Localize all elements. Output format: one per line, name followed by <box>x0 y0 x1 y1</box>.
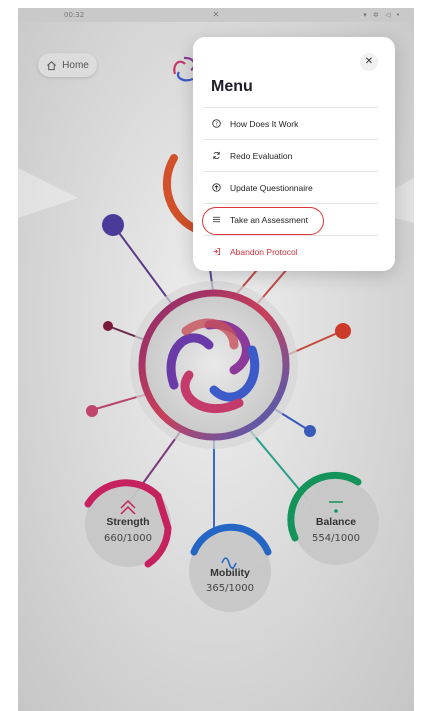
home-button[interactable]: Home <box>38 53 97 77</box>
upload-circle-icon <box>208 183 224 192</box>
menu-list: ? How Does It Work Redo Evaluation Updat… <box>202 107 378 267</box>
logout-icon <box>208 247 224 256</box>
question-circle-icon: ? <box>208 119 224 128</box>
spoke-node <box>102 214 124 236</box>
svg-text:?: ? <box>215 122 218 128</box>
menu-popover: ✕ Menu ? How Does It Work Redo Evaluatio… <box>193 37 395 271</box>
menu-item-take-an-assessment[interactable]: Take an Assessment <box>202 203 378 235</box>
spoke-node <box>103 321 113 331</box>
balance-value: 554/1000 <box>312 533 360 544</box>
close-icon[interactable]: ✕ <box>360 53 378 71</box>
strength-value: 660/1000 <box>104 533 152 544</box>
menu-item-label: Take an Assessment <box>230 214 308 225</box>
menu-item-label: Abandon Protocol <box>230 246 298 257</box>
spoke-node <box>86 405 98 417</box>
light-ray <box>18 168 78 218</box>
home-icon <box>47 60 57 70</box>
mobility-label: Mobility <box>210 567 250 579</box>
menu-item-redo-evaluation[interactable]: Redo Evaluation <box>204 139 378 171</box>
balance-label: Balance <box>315 516 357 528</box>
home-label: Home <box>62 59 89 71</box>
list-icon <box>208 215 224 224</box>
menu-item-how-does-it-work[interactable]: ? How Does It Work <box>204 107 378 139</box>
mobility-value: 365/1000 <box>206 583 254 594</box>
menu-item-label: How Does It Work <box>230 118 299 129</box>
menu-item-update-questionnaire[interactable]: Update Questionnaire <box>204 171 378 203</box>
menu-item-abandon-protocol[interactable]: Abandon Protocol <box>204 235 378 267</box>
hub-ring <box>138 289 290 441</box>
spoke-node <box>335 323 351 339</box>
menu-item-label: Update Questionnaire <box>230 182 313 193</box>
menu-title: Menu <box>211 78 253 95</box>
refresh-icon <box>208 151 224 160</box>
spoke-node <box>304 425 316 437</box>
menu-item-label: Redo Evaluation <box>230 150 293 161</box>
strength-label: Strength <box>106 516 150 528</box>
